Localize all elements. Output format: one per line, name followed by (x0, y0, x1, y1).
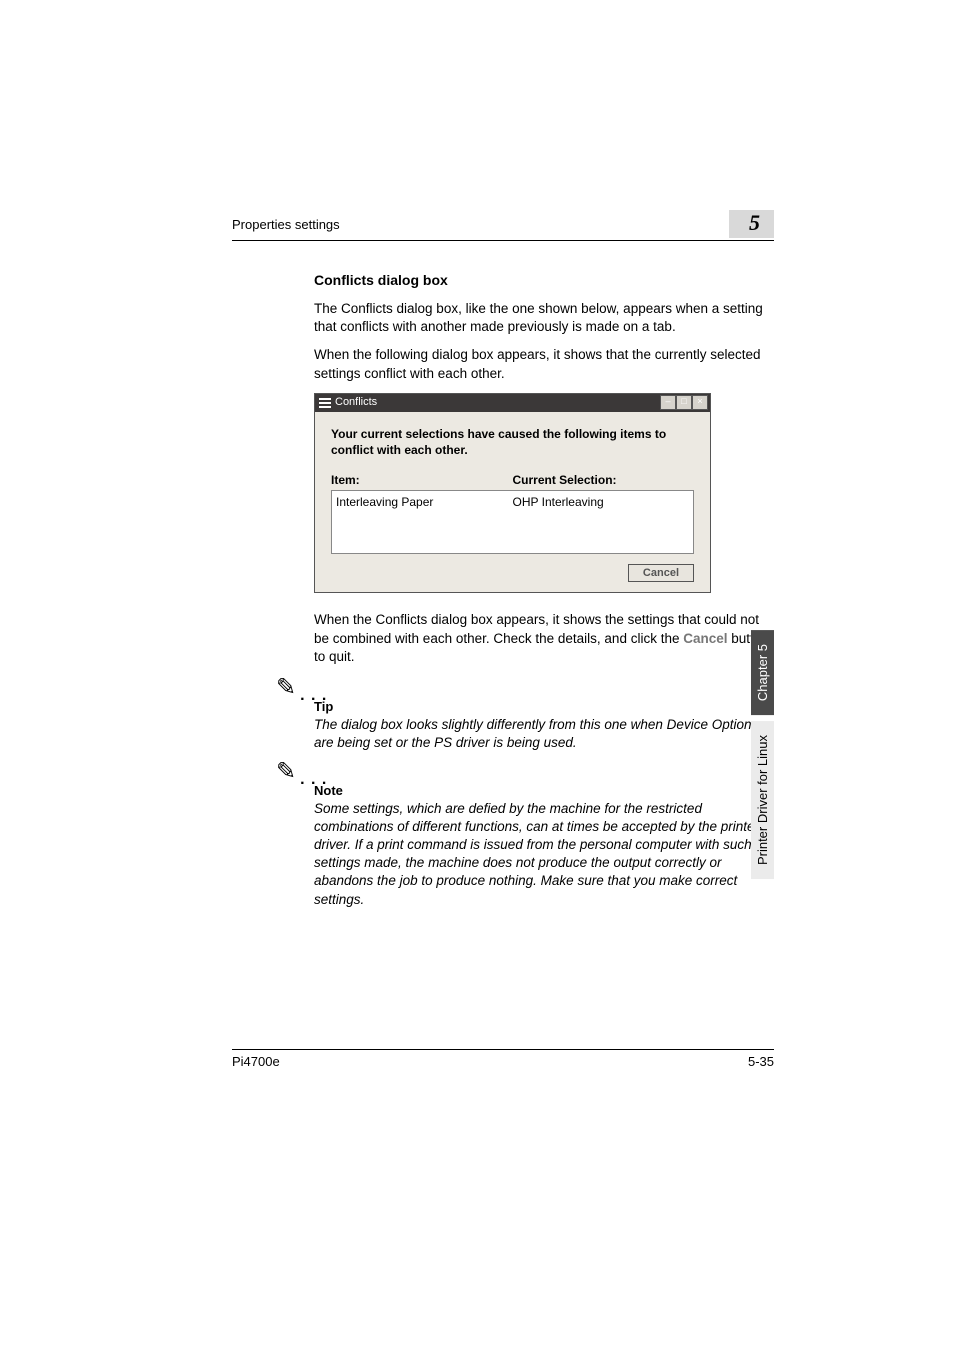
item-header: Item: (331, 472, 513, 488)
selection-value: OHP Interleaving (513, 494, 690, 510)
tip-block: ✎ . . . Tip The dialog box looks slightl… (276, 676, 774, 752)
cancel-button[interactable]: Cancel (628, 564, 694, 582)
chapter-tab: Chapter 5 (751, 630, 774, 715)
close-icon[interactable]: × (692, 395, 708, 410)
pencil-icon: ✎ (276, 760, 296, 784)
cancel-word: Cancel (683, 631, 727, 646)
dialog-title: Conflicts (335, 395, 377, 410)
footer-left: Pi4700e (232, 1054, 280, 1069)
pencil-icon: ✎ (276, 676, 296, 700)
footer-right: 5-35 (748, 1054, 774, 1069)
dialog-message: Your current selections have caused the … (331, 426, 694, 458)
paragraph-3: When the Conflicts dialog box appears, i… (314, 611, 774, 666)
driver-tab: Printer Driver for Linux (751, 721, 774, 879)
minimize-icon[interactable]: – (660, 395, 676, 410)
heading: Conflicts dialog box (314, 271, 774, 290)
tip-text: The dialog box looks slightly differentl… (314, 716, 774, 752)
tip-label: Tip (314, 698, 774, 716)
chapter-number-box: 5 (729, 210, 774, 238)
note-text: Some settings, which are defied by the m… (314, 800, 774, 909)
note-label: Note (314, 782, 774, 800)
maximize-icon[interactable]: □ (676, 395, 692, 410)
note-block: ✎ . . . Note Some settings, which are de… (276, 760, 774, 909)
window-menu-icon[interactable] (319, 398, 331, 408)
paragraph-2: When the following dialog box appears, i… (314, 346, 774, 382)
item-value: Interleaving Paper (336, 494, 513, 510)
selection-header: Current Selection: (513, 472, 695, 488)
section-title: Properties settings (232, 217, 340, 232)
paragraph-1: The Conflicts dialog box, like the one s… (314, 300, 774, 336)
conflicts-dialog: Conflicts – □ × Your current selections … (314, 393, 711, 594)
conflict-list: Interleaving Paper OHP Interleaving (331, 490, 694, 553)
dialog-titlebar: Conflicts – □ × (315, 394, 710, 412)
